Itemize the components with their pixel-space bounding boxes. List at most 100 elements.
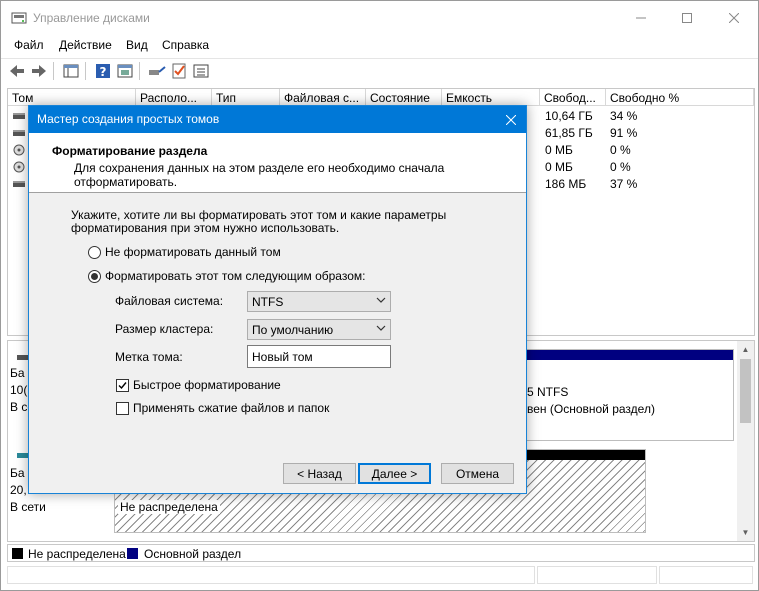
toolbar-separator [85,62,86,80]
toolbar: ? [1,58,758,82]
connect-disk-icon[interactable] [147,61,167,81]
svg-text:?: ? [100,65,107,79]
volume-free-pct: 0 % [610,143,631,157]
volume-free-pct: 0 % [610,160,631,174]
cdrom-icon [13,144,25,156]
volume-label-input[interactable] [247,345,391,368]
unallocated-label: Не распределена [118,500,220,514]
graph-vertical-scrollbar[interactable]: ▲ ▼ [737,341,754,541]
menu-action[interactable]: Действие [59,38,112,52]
close-icon [506,114,516,125]
window-title: Управление дисками [33,11,150,25]
toolbar-separator [53,62,54,80]
cluster-size-select[interactable]: По умолчанию [247,319,391,340]
minimize-icon [636,17,646,19]
filesystem-select[interactable]: NTFS [247,291,391,312]
maximize-button[interactable] [664,1,710,35]
status-cell [659,566,753,584]
status-bar [7,564,755,586]
cluster-size-value: По умолчанию [252,323,334,337]
disk-0-partition[interactable]: 5 NTFS вен (Основной раздел) [518,349,734,441]
menu-view[interactable]: Вид [126,38,148,52]
dialog-titlebar[interactable]: Мастер создания простых томов [29,106,526,133]
dialog-body: Укажите, хотите ли вы форматировать этот… [29,194,526,446]
back-button[interactable]: < Назад [283,463,356,484]
volume-free-pct: 34 % [610,109,638,123]
list-view-icon[interactable] [191,61,211,81]
disk-management-icon [11,12,27,24]
partition-status: вен (Основной раздел) [527,402,655,416]
help-icon[interactable]: ? [93,61,113,81]
quick-format-label: Быстрое форматирование [133,378,281,392]
status-cell [537,566,657,584]
main-titlebar[interactable]: Управление дисками [1,1,758,35]
properties-icon[interactable] [115,61,135,81]
unallocated-swatch [12,548,23,559]
volume-label-label: Метка тома: [115,350,183,364]
partition-fs: 5 NTFS [527,385,569,399]
forward-arrow-icon[interactable] [29,61,49,81]
primary-swatch [127,548,138,559]
menu-help[interactable]: Справка [162,38,209,52]
radio-format-indicator[interactable] [88,269,101,283]
volume-free: 186 МБ [545,177,587,191]
radio-format-label: Форматировать этот том следующим образом… [105,269,366,283]
compression-label: Применять сжатие файлов и папок [133,401,330,415]
volume-free: 0 МБ [545,160,573,174]
close-button[interactable] [711,1,757,35]
close-icon [729,13,739,23]
status-cell [7,566,535,584]
filesystem-label: Файловая система: [115,294,224,308]
column-header-layout[interactable]: Располо... [136,89,212,106]
radio-no-format-indicator[interactable] [88,245,101,259]
check-doc-icon[interactable] [169,61,189,81]
volume-free-pct: 37 % [610,177,638,191]
radio-no-format[interactable]: Не форматировать данный том [88,245,281,259]
quick-format-checkbox[interactable] [116,378,129,392]
dialog-subtext: Для сохранения данных на этом разделе ег… [74,161,445,189]
column-header-status[interactable]: Состояние [366,89,442,106]
cdrom-icon [13,161,25,173]
chevron-down-icon [376,325,386,331]
disk-icon [13,181,25,187]
next-button[interactable]: Далее > [358,463,431,484]
chevron-down-icon [376,297,386,303]
radio-no-format-label: Не форматировать данный том [105,245,281,259]
dialog-header: Форматирование раздела Для сохранения да… [29,133,526,193]
quick-format-checkbox-row[interactable]: Быстрое форматирование [116,378,281,392]
volume-free: 10,64 ГБ [545,109,593,123]
scroll-down-arrow[interactable]: ▼ [737,524,754,541]
legend-bar: Не распределена Основной раздел [7,544,755,562]
column-header-free-space[interactable]: Свобод... [540,89,606,106]
column-header-filesystem[interactable]: Файловая с... [280,89,366,106]
scroll-thumb[interactable] [740,359,751,423]
dialog-heading: Форматирование раздела [52,144,208,158]
cancel-button[interactable]: Отмена [441,463,514,484]
disk-icon [13,113,25,119]
minimize-button[interactable] [618,1,664,35]
cluster-size-label: Размер кластера: [115,322,214,336]
format-intro-text: Укажите, хотите ли вы форматировать этот… [71,208,447,235]
column-header-free-percent[interactable]: Свободно % [606,89,754,106]
column-header-capacity[interactable]: Емкость [442,89,540,106]
console-tree-icon[interactable] [61,61,81,81]
menu-bar: Файл Действие Вид Справка [1,35,758,57]
column-header-type[interactable]: Тип [212,89,280,106]
legend-unallocated: Не распределена [28,547,126,561]
dialog-close-button[interactable] [496,106,526,133]
column-header-volume[interactable]: Том [8,89,136,106]
compression-checkbox-row[interactable]: Применять сжатие файлов и папок [116,401,329,415]
toolbar-separator [139,62,140,80]
scroll-up-arrow[interactable]: ▲ [737,341,754,358]
menu-file[interactable]: Файл [14,38,44,52]
back-arrow-icon[interactable] [7,61,27,81]
volume-free: 61,85 ГБ [545,126,593,140]
filesystem-value: NTFS [252,295,284,309]
new-simple-volume-wizard: Мастер создания простых томов Форматиров… [28,105,527,494]
compression-checkbox[interactable] [116,401,129,415]
radio-format[interactable]: Форматировать этот том следующим образом… [88,269,365,283]
volume-free: 0 МБ [545,143,573,157]
primary-partition-bar [519,350,733,360]
dialog-title: Мастер создания простых томов [37,112,220,126]
disk-label-line: В сети [10,500,46,514]
